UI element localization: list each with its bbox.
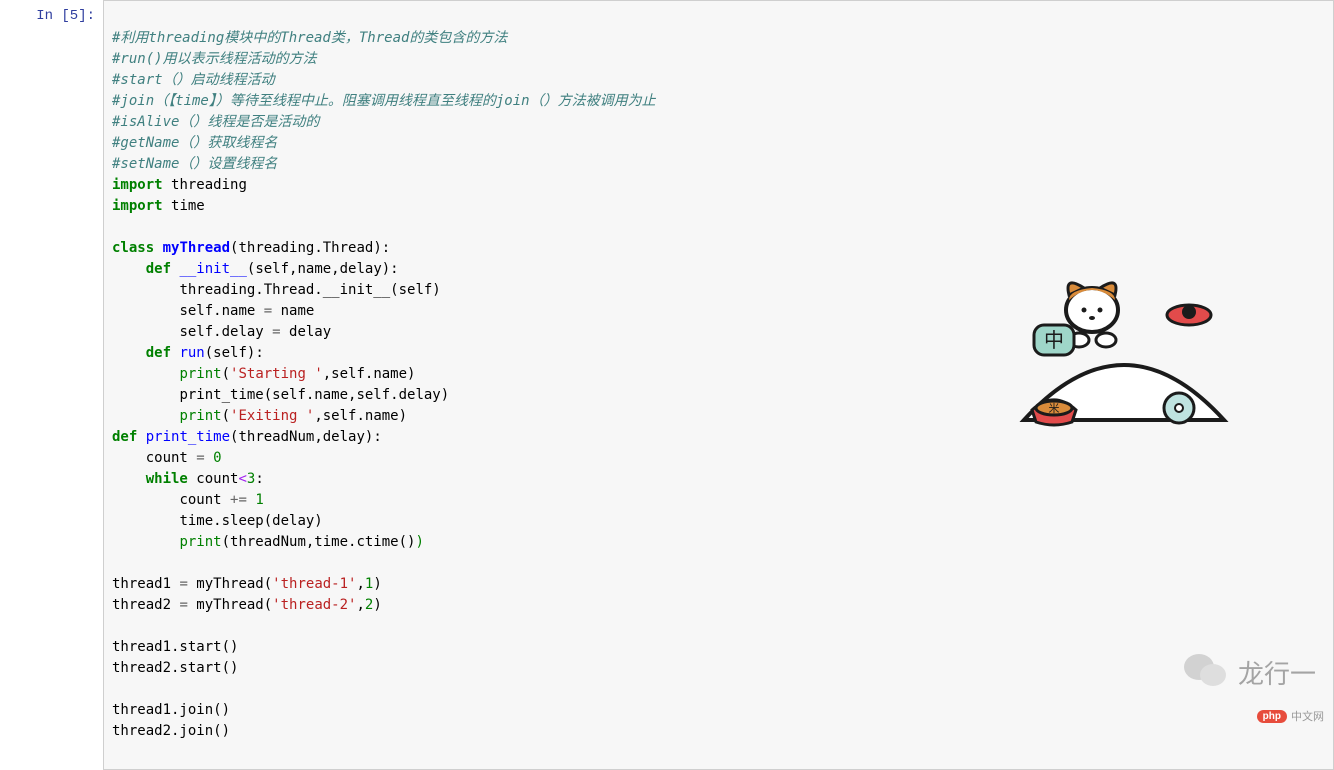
- code-text: count: [188, 471, 239, 487]
- string-literal: 'Starting ': [230, 366, 323, 382]
- function-name: __init__: [179, 261, 246, 277]
- string-literal: 'thread-2': [272, 597, 356, 613]
- colon: :: [255, 471, 263, 487]
- comma: ,: [356, 597, 364, 613]
- comma: ,: [356, 576, 364, 592]
- string-literal: 'Exiting ': [230, 408, 314, 424]
- args: (self,name,delay):: [247, 261, 399, 277]
- comment-line: #isAlive（）线程是否是活动的: [112, 114, 319, 130]
- comment-line: #利用threading模块中的Thread类，Thread的类包含的方法: [112, 30, 507, 46]
- code-line: thread1.start(): [112, 639, 238, 655]
- code-line: time.sleep(delay): [179, 513, 322, 529]
- comment-line: #getName（）获取线程名: [112, 135, 277, 151]
- code-text: self.delay: [179, 324, 272, 340]
- php-badge: php 中文网: [1257, 708, 1324, 724]
- operator-lt: <: [238, 471, 246, 487]
- code-line: thread2.join(): [112, 723, 230, 739]
- args: (self):: [205, 345, 264, 361]
- mascot-illustration: 中 米: [1014, 270, 1234, 430]
- code-text: [205, 450, 213, 466]
- args: (threadNum,delay):: [230, 429, 382, 445]
- prompt-label: In [5]:: [36, 8, 95, 24]
- operator: =: [264, 303, 272, 319]
- number-literal: 0: [213, 450, 221, 466]
- code-line: thread2.start(): [112, 660, 238, 676]
- paren: ): [373, 576, 381, 592]
- string-literal: 'thread-1': [272, 576, 356, 592]
- svg-text:米: 米: [1049, 402, 1060, 415]
- code-line: threading.Thread.__init__(self): [179, 282, 440, 298]
- operator: =: [179, 576, 187, 592]
- function-name: run: [179, 345, 204, 361]
- operator: =: [196, 450, 204, 466]
- module-name: time: [171, 198, 205, 214]
- builtin-print: print: [179, 366, 221, 382]
- code-text: name: [272, 303, 314, 319]
- class-name: myThread: [163, 240, 230, 256]
- keyword-def: def: [146, 261, 171, 277]
- code-text: count: [179, 492, 230, 508]
- comment-line: #join（【time】）等待至线程中止。阻塞调用线程直至线程的join（）方法…: [112, 93, 656, 109]
- keyword-def: def: [112, 429, 137, 445]
- builtin-print: print: [179, 408, 221, 424]
- code-text: myThread(: [188, 597, 272, 613]
- function-name: print_time: [146, 429, 230, 445]
- input-prompt: In [5]:: [0, 0, 103, 24]
- code-text: thread1: [112, 576, 179, 592]
- code-text: self.name: [179, 303, 263, 319]
- keyword-def: def: [146, 345, 171, 361]
- code-text: thread2: [112, 597, 179, 613]
- paren-close: ): [415, 534, 423, 550]
- watermark-text: 龙行一: [1238, 654, 1316, 691]
- php-badge-text: 中文网: [1291, 708, 1324, 724]
- watermark: 龙行一: [1182, 652, 1316, 692]
- code-text: (threadNum,time.ctime(): [222, 534, 416, 550]
- code-text: count: [146, 450, 197, 466]
- builtin-print: print: [179, 534, 221, 550]
- operator: +=: [230, 492, 247, 508]
- code-text: ,self.name): [314, 408, 407, 424]
- mascot-bubble-text: 中: [1044, 329, 1064, 352]
- comment-line: #setName（）设置线程名: [112, 156, 277, 172]
- code-text: delay: [281, 324, 332, 340]
- number-literal: 1: [255, 492, 263, 508]
- operator: =: [272, 324, 280, 340]
- code-text: myThread(: [188, 576, 272, 592]
- wechat-icon: [1182, 652, 1230, 692]
- module-name: threading: [171, 177, 247, 193]
- paren: ): [373, 597, 381, 613]
- code-line: print_time(self.name,self.delay): [179, 387, 449, 403]
- class-base: (threading.Thread):: [230, 240, 390, 256]
- code-line: thread1.join(): [112, 702, 230, 718]
- keyword-import: import: [112, 198, 163, 214]
- keyword-import: import: [112, 177, 163, 193]
- comment-line: #start（）启动线程活动: [112, 72, 275, 88]
- comment-line: #run()用以表示线程活动的方法: [112, 51, 317, 67]
- code-text: ,self.name): [323, 366, 416, 382]
- php-pill: php: [1257, 710, 1287, 723]
- keyword-while: while: [146, 471, 188, 487]
- keyword-class: class: [112, 240, 154, 256]
- operator: =: [179, 597, 187, 613]
